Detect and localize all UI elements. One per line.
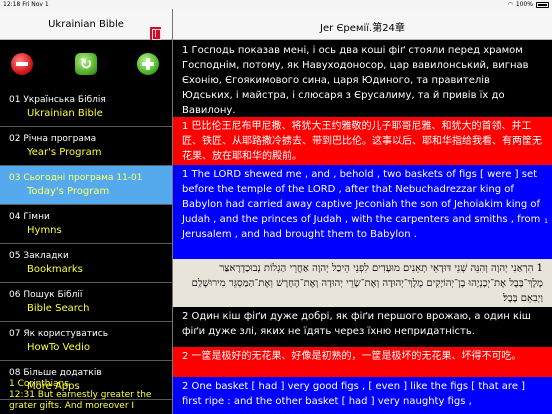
menu-item-english-label: Bookmarks	[27, 264, 83, 275]
menu-item-bible-search[interactable]: 06 Пошук Біблії Bible Search	[0, 283, 172, 322]
menu-item-number-label: 06 Пошук Біблії	[9, 290, 83, 300]
menu-item-english-label: Today's Program	[27, 186, 110, 197]
menu-item-ukrainian-bible[interactable]: 01 Українська Біблія Ukrainian Bible	[0, 88, 172, 127]
verse-english[interactable]: 2 One basket [ had ] very good figs , [ …	[173, 377, 552, 414]
verse-marker: 1	[544, 218, 548, 225]
sidebar: 01 Українська Біблія Ukrainian Bible 02 …	[0, 41, 172, 414]
verse-hebrew[interactable]: 1 הִרְאַנִי יְהוָה וְהִנֵּה שְׁנֵי דּוּד…	[173, 259, 552, 307]
menu-item-english-label: Ukrainian Bible	[27, 108, 103, 119]
daily-verse: 1 Corinthians 12:31 But earnestly greate…	[0, 375, 172, 414]
menu-item-howto-video[interactable]: 07 Як користуватись HowTo Vedio	[0, 322, 172, 361]
chapter-content[interactable]: 1 Господь показав мені, і ось два коші ф…	[173, 41, 552, 414]
menu-item-today-program[interactable]: 03 Сьогодні програма 11-01 Today's Progr…	[0, 166, 172, 205]
daily-verse-reference: 1 Corinthians	[9, 379, 69, 389]
status-time-date: 12:18 Fri Nov 1	[3, 1, 49, 8]
bible-book-icon[interactable]	[150, 27, 161, 40]
menu-item-hymns[interactable]: 04 Гімни Hymns	[0, 205, 172, 244]
toolbar	[0, 41, 172, 88]
refresh-button[interactable]	[75, 53, 97, 75]
wifi-icon: ◠	[507, 1, 513, 8]
status-bar: 12:18 Fri Nov 1 ◠ 100%	[0, 0, 552, 9]
menu-item-year-program[interactable]: 02 Річна програма Year's Program	[0, 127, 172, 166]
status-date: Fri Nov 1	[22, 1, 49, 8]
menu-item-english-label: Bible Search	[27, 303, 90, 314]
right-navigation-bar: Jer Єремії.第24章	[173, 9, 552, 40]
verse-english[interactable]: 1 The LORD shewed me , and , behold , tw…	[173, 165, 552, 259]
status-right: ◠ 100%	[508, 1, 549, 8]
menu-item-number-label: 05 Закладки	[9, 251, 69, 261]
menu-item-number-label: 07 Як користуватись	[9, 329, 109, 339]
menu-item-bookmarks[interactable]: 05 Закладки Bookmarks	[0, 244, 172, 283]
menu-item-english-label: Year's Program	[27, 147, 102, 158]
verse-chinese[interactable]: 2 一筐是极好的无花果、好像是初熟的，一筐是极坏的无花果、坏得不可吃。	[173, 347, 552, 377]
menu-item-english-label: Hymns	[27, 225, 62, 236]
daily-verse-text: 12:31 But earnestly greater the grater g…	[9, 390, 152, 411]
increase-font-button[interactable]	[137, 53, 159, 75]
chapter-title[interactable]: Jer Єремії.第24章	[173, 19, 552, 34]
status-time: 12:18	[3, 1, 21, 8]
battery-icon	[536, 1, 549, 8]
verse-ukrainian[interactable]: 1 Господь показав мені, і ось два коші ф…	[173, 41, 552, 117]
app-title: Ukrainian Bible	[48, 19, 124, 30]
decrease-font-button[interactable]	[11, 53, 33, 75]
battery-percent: 100%	[515, 1, 533, 8]
menu-item-number-label: 03 Сьогодні програма 11-01	[9, 173, 143, 183]
verse-chinese[interactable]: 1 巴比伦王尼布甲尼撒、将犹大王约雅敬的儿子耶哥尼雅、和犹大的首领、并工匠、铁匠…	[173, 117, 552, 165]
verse-ukrainian[interactable]: 2 Один кіш фіґи дуже добрі, як фіґи перш…	[173, 307, 552, 347]
menu-item-english-label: HowTo Vedio	[27, 342, 90, 353]
menu-item-number-label: 01 Українська Біблія	[9, 95, 106, 105]
menu-item-number-label: 04 Гімни	[9, 212, 50, 222]
left-navigation-bar: Ukrainian Bible	[0, 9, 172, 40]
menu-item-number-label: 02 Річна програма	[9, 134, 97, 144]
